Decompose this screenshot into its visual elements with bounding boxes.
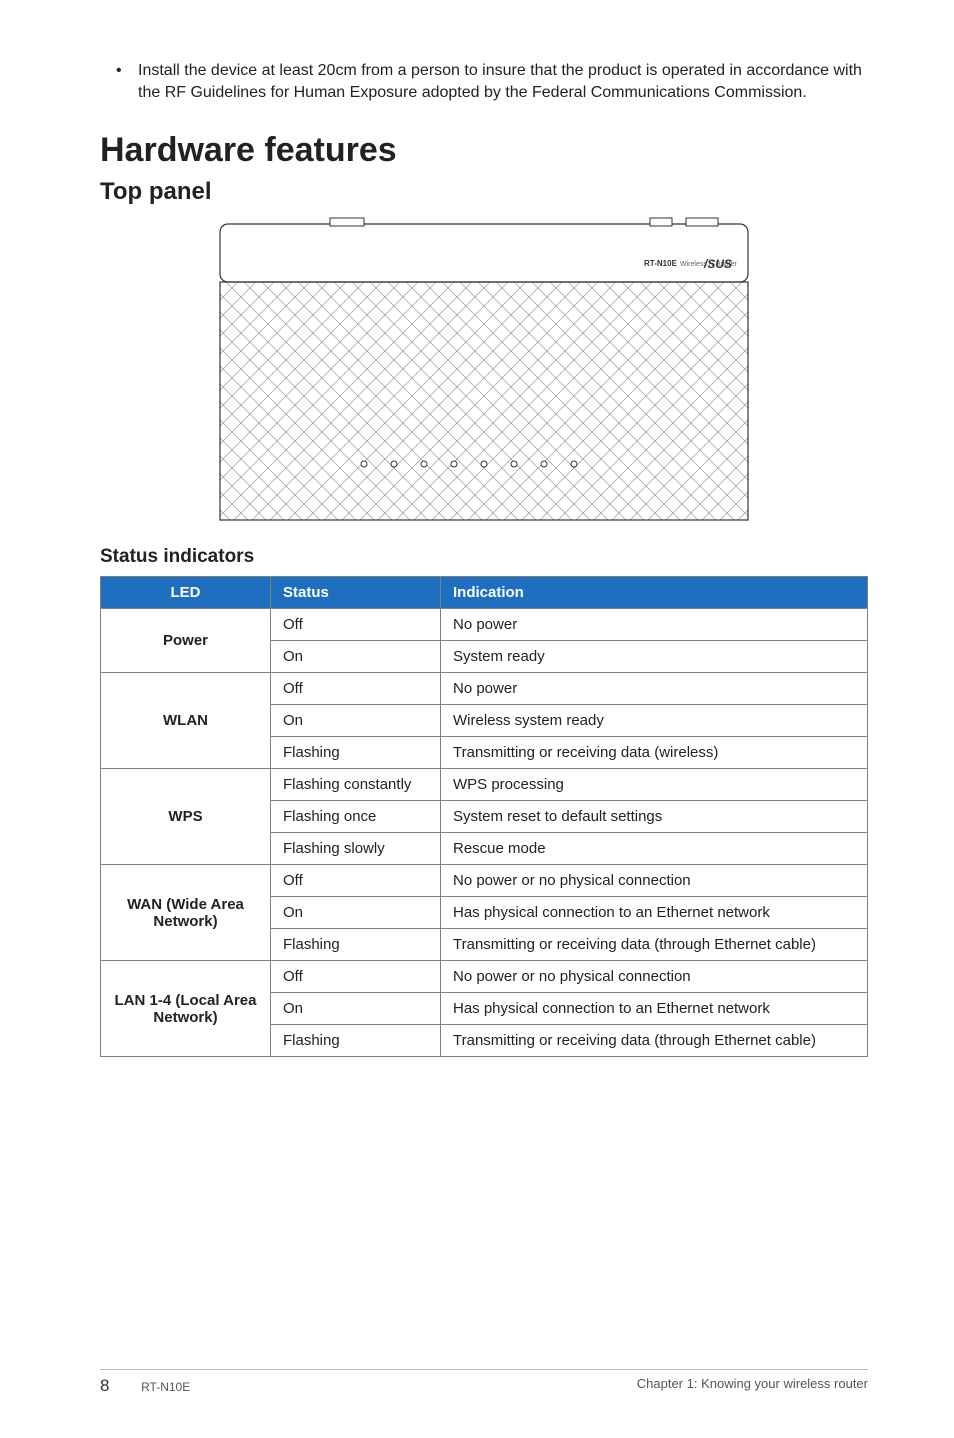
cell-status: Flashing <box>271 1025 441 1057</box>
led-power: Power <box>101 609 271 673</box>
svg-text:/SUS: /SUS <box>703 257 732 271</box>
cell-indication: WPS processing <box>441 769 868 801</box>
svg-text:RT-N10E: RT-N10E <box>644 259 678 268</box>
page-heading-hardware-features: Hardware features <box>100 131 868 170</box>
cell-status: Off <box>271 673 441 705</box>
cell-status: Flashing <box>271 929 441 961</box>
cell-status: On <box>271 897 441 929</box>
table-row: Power Off No power <box>101 609 868 641</box>
cell-status: Off <box>271 865 441 897</box>
cell-status: Flashing constantly <box>271 769 441 801</box>
cell-indication: Transmitting or receiving data (through … <box>441 1025 868 1057</box>
footer-model: RT-N10E <box>141 1380 190 1394</box>
cell-status: Flashing <box>271 737 441 769</box>
table-row: LAN 1-4 (Local Area Network) Off No powe… <box>101 961 868 993</box>
led-wlan: WLAN <box>101 673 271 769</box>
cell-indication: Rescue mode <box>441 833 868 865</box>
cell-status: On <box>271 993 441 1025</box>
th-led: LED <box>101 577 271 609</box>
cell-indication: No power <box>441 673 868 705</box>
cell-indication: Has physical connection to an Ethernet n… <box>441 897 868 929</box>
status-indicators-table: LED Status Indication Power Off No power… <box>100 576 868 1057</box>
led-lan: LAN 1-4 (Local Area Network) <box>101 961 271 1057</box>
router-top-panel-diagram: RT-N10E Wireless N Router /SUS <box>214 216 754 526</box>
cell-indication: System reset to default settings <box>441 801 868 833</box>
table-row: WLAN Off No power <box>101 673 868 705</box>
table-row: WAN (Wide Area Network) Off No power or … <box>101 865 868 897</box>
led-wps: WPS <box>101 769 271 865</box>
page-footer: 8 RT-N10E Chapter 1: Knowing your wirele… <box>100 1369 868 1396</box>
cell-indication: No power or no physical connection <box>441 961 868 993</box>
cell-indication: No power or no physical connection <box>441 865 868 897</box>
footer-chapter: Chapter 1: Knowing your wireless router <box>637 1376 868 1396</box>
cell-indication: No power <box>441 609 868 641</box>
section-heading-status-indicators: Status indicators <box>100 546 868 568</box>
fcc-notice: • Install the device at least 20cm from … <box>116 60 868 103</box>
cell-indication: System ready <box>441 641 868 673</box>
th-indication: Indication <box>441 577 868 609</box>
cell-status: Flashing slowly <box>271 833 441 865</box>
led-wan: WAN (Wide Area Network) <box>101 865 271 961</box>
table-row: WPS Flashing constantly WPS processing <box>101 769 868 801</box>
page-number: 8 <box>100 1376 109 1395</box>
cell-status: Off <box>271 961 441 993</box>
cell-status: Off <box>271 609 441 641</box>
bullet: • <box>116 60 122 103</box>
notice-text: Install the device at least 20cm from a … <box>138 60 868 103</box>
cell-indication: Transmitting or receiving data (through … <box>441 929 868 961</box>
cell-indication: Wireless system ready <box>441 705 868 737</box>
cell-status: On <box>271 705 441 737</box>
section-heading-top-panel: Top panel <box>100 178 868 206</box>
cell-indication: Transmitting or receiving data (wireless… <box>441 737 868 769</box>
cell-status: Flashing once <box>271 801 441 833</box>
cell-status: On <box>271 641 441 673</box>
th-status: Status <box>271 577 441 609</box>
cell-indication: Has physical connection to an Ethernet n… <box>441 993 868 1025</box>
